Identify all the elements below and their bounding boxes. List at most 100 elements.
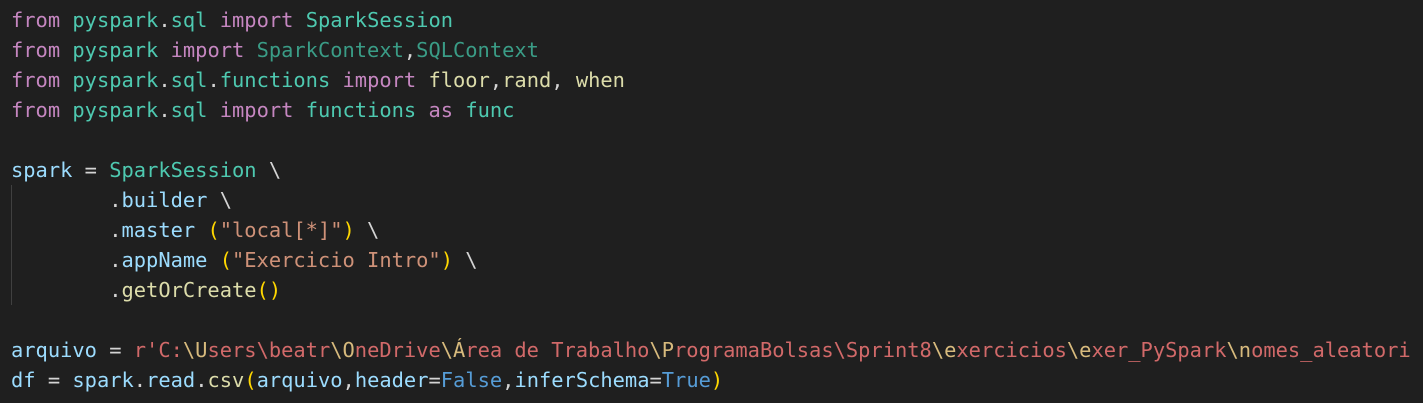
code-token: pyspark <box>72 8 159 32</box>
code-token: functions <box>305 98 417 122</box>
code-token: rogramaBolsas\Sprint8 <box>674 338 932 362</box>
code-token: xercicios <box>956 338 1067 362</box>
code-line[interactable] <box>0 305 1423 335</box>
code-token: SparkSession <box>305 8 454 32</box>
code-token: when <box>575 68 625 92</box>
code-token: ) <box>440 248 453 272</box>
indent-guide <box>11 185 12 305</box>
code-token: . <box>11 218 122 242</box>
code-token: . <box>11 248 122 272</box>
code-token: r'C: <box>133 338 183 362</box>
code-token: \U <box>182 338 208 362</box>
code-line[interactable]: from pyspark.sql import functions as fun… <box>0 95 1423 125</box>
code-token: \beatr <box>256 338 331 362</box>
code-token: "Exercicio Intro" <box>232 248 441 272</box>
code-line[interactable]: from pyspark import SparkContext,SQLCont… <box>0 35 1423 65</box>
code-token: as <box>428 98 454 122</box>
code-token: . <box>133 368 147 392</box>
code-token: \P <box>649 338 675 362</box>
code-token: . <box>158 68 171 92</box>
code-token: = <box>428 368 441 392</box>
code-token: = <box>96 338 134 362</box>
code-token: sql <box>170 8 208 32</box>
code-token: getOrCreate <box>121 278 257 302</box>
code-token: appName <box>121 248 208 272</box>
code-token: \ <box>207 188 232 212</box>
code-token: import <box>342 68 417 92</box>
code-token: pyspark <box>72 98 159 122</box>
code-token: . <box>11 278 122 302</box>
code-token: inferSchema <box>514 368 650 392</box>
code-token: arquivo <box>11 338 97 362</box>
code-token: xer_PySpark <box>1091 338 1227 362</box>
code-editor[interactable]: from pyspark.sql import SparkSession from… <box>0 5 1423 395</box>
code-token: from <box>11 68 61 92</box>
code-line[interactable]: .master ("local[*]") \ <box>0 215 1423 245</box>
code-token: pyspark <box>72 38 159 62</box>
code-token: . <box>207 68 220 92</box>
code-token: , <box>403 38 417 62</box>
code-line[interactable] <box>0 125 1423 155</box>
code-token: . <box>11 188 122 212</box>
code-token: \e <box>1066 338 1092 362</box>
code-token: sers <box>207 338 257 362</box>
code-token: sql <box>170 68 208 92</box>
code-token: from <box>11 98 61 122</box>
code-token: \Á <box>440 338 466 362</box>
code-token: . <box>195 368 208 392</box>
code-token: csv <box>207 368 245 392</box>
code-line[interactable]: .builder \ <box>0 185 1423 215</box>
code-token: \ <box>256 158 282 182</box>
code-line[interactable]: .appName ("Exercicio Intro") \ <box>0 245 1423 275</box>
code-token: , <box>551 68 576 92</box>
code-token: pyspark <box>72 68 159 92</box>
code-line[interactable]: arquivo = r'C:\Users\beatr\OneDrive\Área… <box>0 335 1423 365</box>
code-line[interactable]: .getOrCreate() <box>0 275 1423 305</box>
code-token: ( <box>244 368 257 392</box>
code-token: omes_aleatori <box>1251 338 1411 362</box>
code-line[interactable]: from pyspark.sql.functions import floor,… <box>0 65 1423 95</box>
code-token: \n <box>1226 338 1252 362</box>
code-token: spark <box>72 368 134 392</box>
code-token: \ <box>354 218 380 242</box>
code-token: floor <box>428 68 490 92</box>
code-token: read <box>146 368 196 392</box>
code-token: , <box>489 68 503 92</box>
code-token: from <box>11 38 61 62</box>
code-token: ( <box>219 248 232 272</box>
code-token: rea de Trabalho <box>465 338 650 362</box>
code-token: = <box>649 368 662 392</box>
code-token: True <box>661 368 711 392</box>
code-token: \e <box>931 338 957 362</box>
code-token: \ <box>452 248 478 272</box>
code-line[interactable]: from pyspark.sql import SparkSession <box>0 5 1423 35</box>
code-token: , <box>502 368 515 392</box>
code-token: ( <box>207 218 220 242</box>
code-token: , <box>342 368 355 392</box>
code-line[interactable]: spark = SparkSession \ <box>0 155 1423 185</box>
code-token: header <box>354 368 429 392</box>
code-token: import <box>219 98 294 122</box>
code-token: builder <box>121 188 208 212</box>
code-line[interactable]: df = spark.read.csv(arquivo,header=False… <box>0 365 1423 395</box>
code-token: master <box>121 218 196 242</box>
code-token: () <box>256 278 282 302</box>
code-token: import <box>219 8 294 32</box>
code-token: SQLContext <box>416 38 539 62</box>
code-token: SparkSession <box>109 158 257 182</box>
code-token: ) <box>342 218 355 242</box>
code-token: import <box>170 38 245 62</box>
code-token: False <box>440 368 503 392</box>
